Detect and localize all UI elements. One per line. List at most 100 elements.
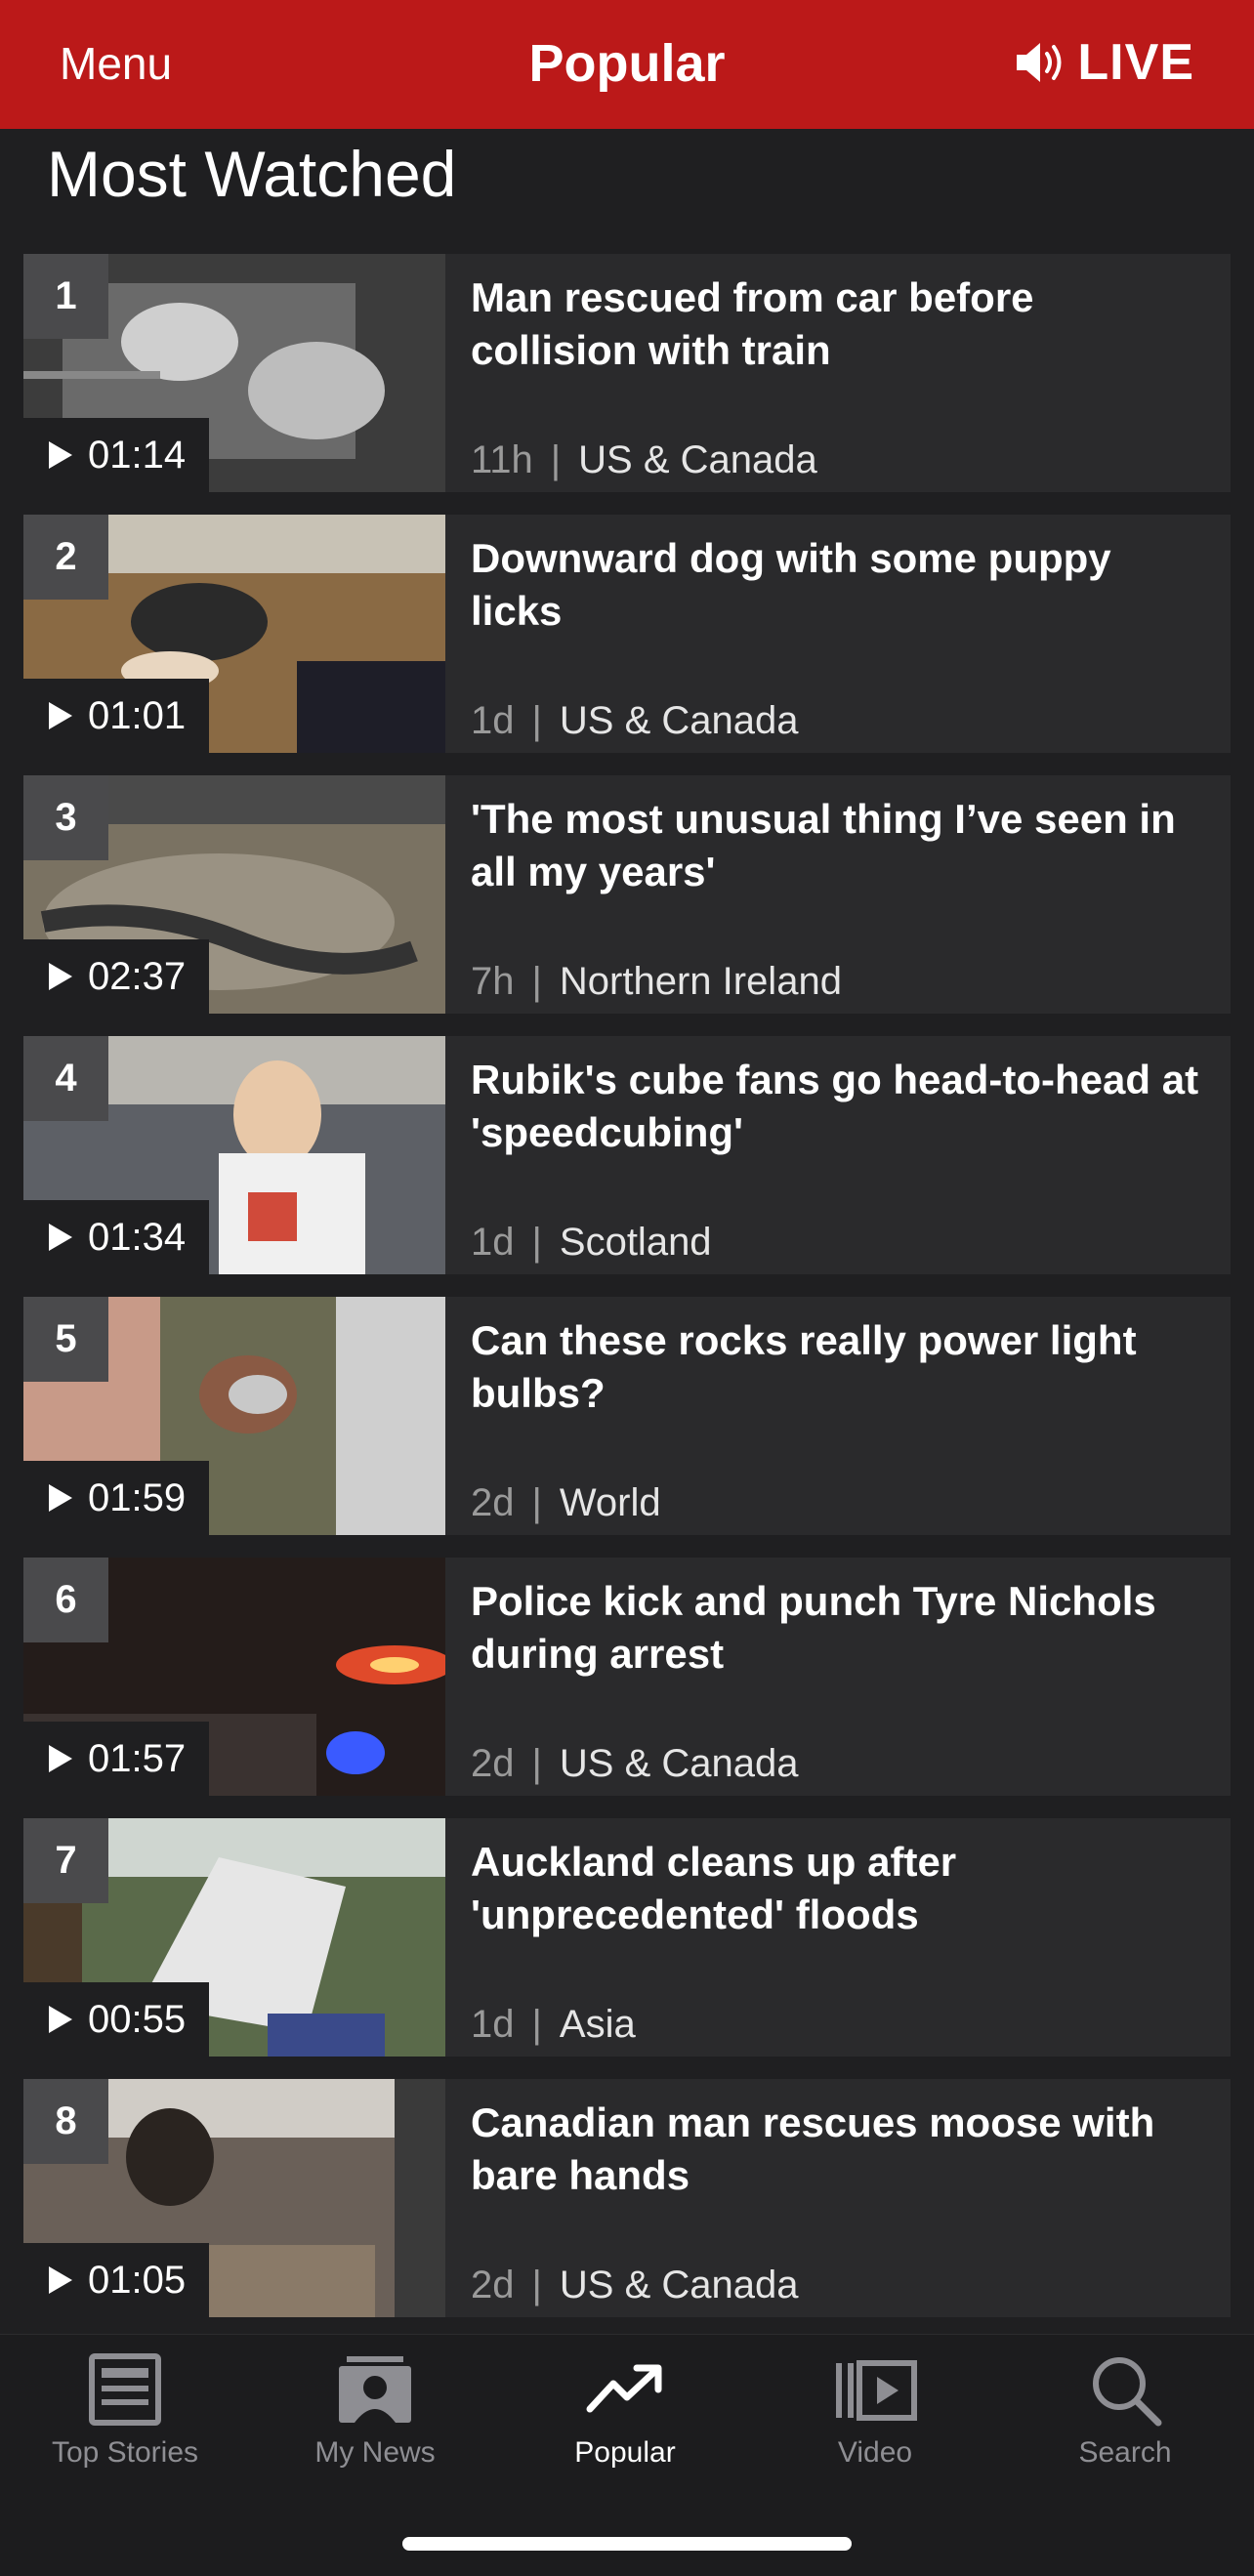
meta-row: 1d | US & Canada	[471, 699, 798, 743]
separator: |	[531, 1221, 542, 1264]
tab-label: Popular	[574, 2436, 676, 2469]
region-label: Asia	[559, 2003, 636, 2046]
headline[interactable]: Can these rocks really power light bulbs…	[471, 1314, 1203, 1420]
video-item[interactable]: 2 01:01 Downward dog with some puppy lic…	[23, 515, 1231, 753]
search-icon	[1093, 2357, 1162, 2427]
home-indicator[interactable]	[402, 2537, 852, 2551]
headline[interactable]: Police kick and punch Tyre Nichols durin…	[471, 1575, 1203, 1681]
meta-row: 1d | Asia	[471, 2003, 636, 2047]
my-news-icon	[339, 2356, 411, 2423]
region-label: Scotland	[559, 1221, 712, 1264]
age-label: 2d	[471, 2264, 515, 2306]
video-thumbnail[interactable]: 6 01:57	[23, 1558, 445, 1796]
play-icon	[49, 1745, 72, 1772]
duration-text: 01:14	[88, 433, 187, 477]
age-label: 1d	[471, 2003, 515, 2046]
age-label: 7h	[471, 960, 515, 1003]
separator: |	[531, 699, 542, 742]
meta-row: 2d | World	[471, 1481, 661, 1525]
video-thumbnail[interactable]: 7 00:55	[23, 1818, 445, 2057]
rank-badge: 4	[23, 1036, 108, 1121]
tab-my-news[interactable]: My News	[250, 2345, 500, 2481]
video-thumbnail[interactable]: 8 01:05	[23, 2079, 445, 2317]
play-icon	[49, 1484, 72, 1512]
tab-popular[interactable]: Popular	[500, 2345, 750, 2481]
rank-badge: 7	[23, 1818, 108, 1903]
headline[interactable]: Man rescued from car before collision wi…	[471, 271, 1203, 377]
video-item[interactable]: 7 00:55 Auckland cleans up after 'unprec…	[23, 1818, 1231, 2057]
age-label: 2d	[471, 1481, 515, 1524]
meta-row: 2d | US & Canada	[471, 1742, 798, 1786]
tab-label: Video	[837, 2436, 913, 2469]
headline[interactable]: 'The most unusual thing I’ve seen in all…	[471, 793, 1203, 898]
age-label: 2d	[471, 1742, 515, 1785]
duration-text: 01:57	[88, 1736, 187, 1780]
duration-text: 02:37	[88, 954, 187, 998]
age-label: 1d	[471, 699, 515, 742]
duration-badge: 01:14	[23, 418, 210, 492]
video-icon	[836, 2360, 917, 2421]
play-icon	[49, 702, 72, 729]
region-label: Northern Ireland	[559, 960, 842, 1003]
region-label: US & Canada	[578, 438, 817, 481]
video-list: 1 01:14 Man rescued from car before coll…	[23, 254, 1231, 2340]
app-header: Menu Popular LIVE	[0, 0, 1254, 129]
meta-row: 11h | US & Canada	[471, 438, 817, 482]
newspaper-icon	[89, 2353, 161, 2426]
separator: |	[531, 1481, 542, 1524]
video-thumbnail[interactable]: 4 01:34	[23, 1036, 445, 1274]
duration-text: 01:01	[88, 693, 187, 737]
video-item[interactable]: 3 02:37 'The most unusual thing I’ve see…	[23, 775, 1231, 1014]
meta-row: 2d | US & Canada	[471, 2264, 798, 2307]
video-thumbnail[interactable]: 5 01:59	[23, 1297, 445, 1535]
headline[interactable]: Canadian man rescues moose with bare han…	[471, 2097, 1203, 2202]
duration-badge: 01:05	[23, 2243, 210, 2317]
duration-text: 01:59	[88, 1475, 187, 1519]
play-icon	[49, 1224, 72, 1251]
age-label: 11h	[471, 438, 533, 481]
rank-badge: 8	[23, 2079, 108, 2164]
video-thumbnail[interactable]: 1 01:14	[23, 254, 445, 492]
duration-badge: 02:37	[23, 939, 210, 1014]
separator: |	[550, 438, 562, 481]
play-icon	[49, 2266, 72, 2294]
rank-badge: 5	[23, 1297, 108, 1382]
duration-badge: 01:34	[23, 1200, 210, 1274]
duration-text: 00:55	[88, 1997, 187, 2041]
region-label: US & Canada	[559, 699, 799, 742]
separator: |	[531, 960, 542, 1003]
headline[interactable]: Rubik's cube fans go head-to-head at 'sp…	[471, 1054, 1203, 1159]
region-label: US & Canada	[559, 2264, 799, 2306]
region-label: US & Canada	[559, 1742, 799, 1785]
meta-row: 1d | Scotland	[471, 1221, 712, 1265]
region-label: World	[559, 1481, 661, 1524]
tab-label: Top Stories	[51, 2436, 199, 2469]
tab-label: Search	[1078, 2436, 1172, 2469]
live-label: LIVE	[1077, 34, 1194, 91]
duration-badge: 01:57	[23, 1722, 210, 1796]
video-item[interactable]: 4 01:34 Rubik's cube fans go head-to-hea…	[23, 1036, 1231, 1274]
separator: |	[531, 2264, 542, 2306]
headline[interactable]: Downward dog with some puppy licks	[471, 532, 1203, 638]
age-label: 1d	[471, 1221, 515, 1264]
tab-video[interactable]: Video	[750, 2345, 1000, 2481]
separator: |	[531, 2003, 542, 2046]
duration-text: 01:05	[88, 2258, 187, 2302]
video-thumbnail[interactable]: 2 01:01	[23, 515, 445, 753]
play-icon	[49, 441, 72, 469]
rank-badge: 2	[23, 515, 108, 600]
video-item[interactable]: 5 01:59 Can these rocks really power lig…	[23, 1297, 1231, 1535]
video-thumbnail[interactable]: 3 02:37	[23, 775, 445, 1014]
rank-badge: 3	[23, 775, 108, 860]
meta-row: 7h | Northern Ireland	[471, 960, 842, 1004]
video-item[interactable]: 1 01:14 Man rescued from car before coll…	[23, 254, 1231, 492]
rank-badge: 6	[23, 1558, 108, 1642]
tab-search[interactable]: Search	[1000, 2345, 1250, 2481]
live-button[interactable]: LIVE	[1013, 33, 1194, 92]
headline[interactable]: Auckland cleans up after 'unprecedented'…	[471, 1836, 1203, 1941]
section-title: Most Watched	[47, 138, 457, 210]
duration-badge: 01:01	[23, 679, 210, 753]
tab-top-stories[interactable]: Top Stories	[0, 2345, 250, 2481]
video-item[interactable]: 6 01:57 Police kick and punch Tyre Nicho…	[23, 1558, 1231, 1796]
video-item[interactable]: 8 01:05 Canadian man rescues moose with …	[23, 2079, 1231, 2317]
